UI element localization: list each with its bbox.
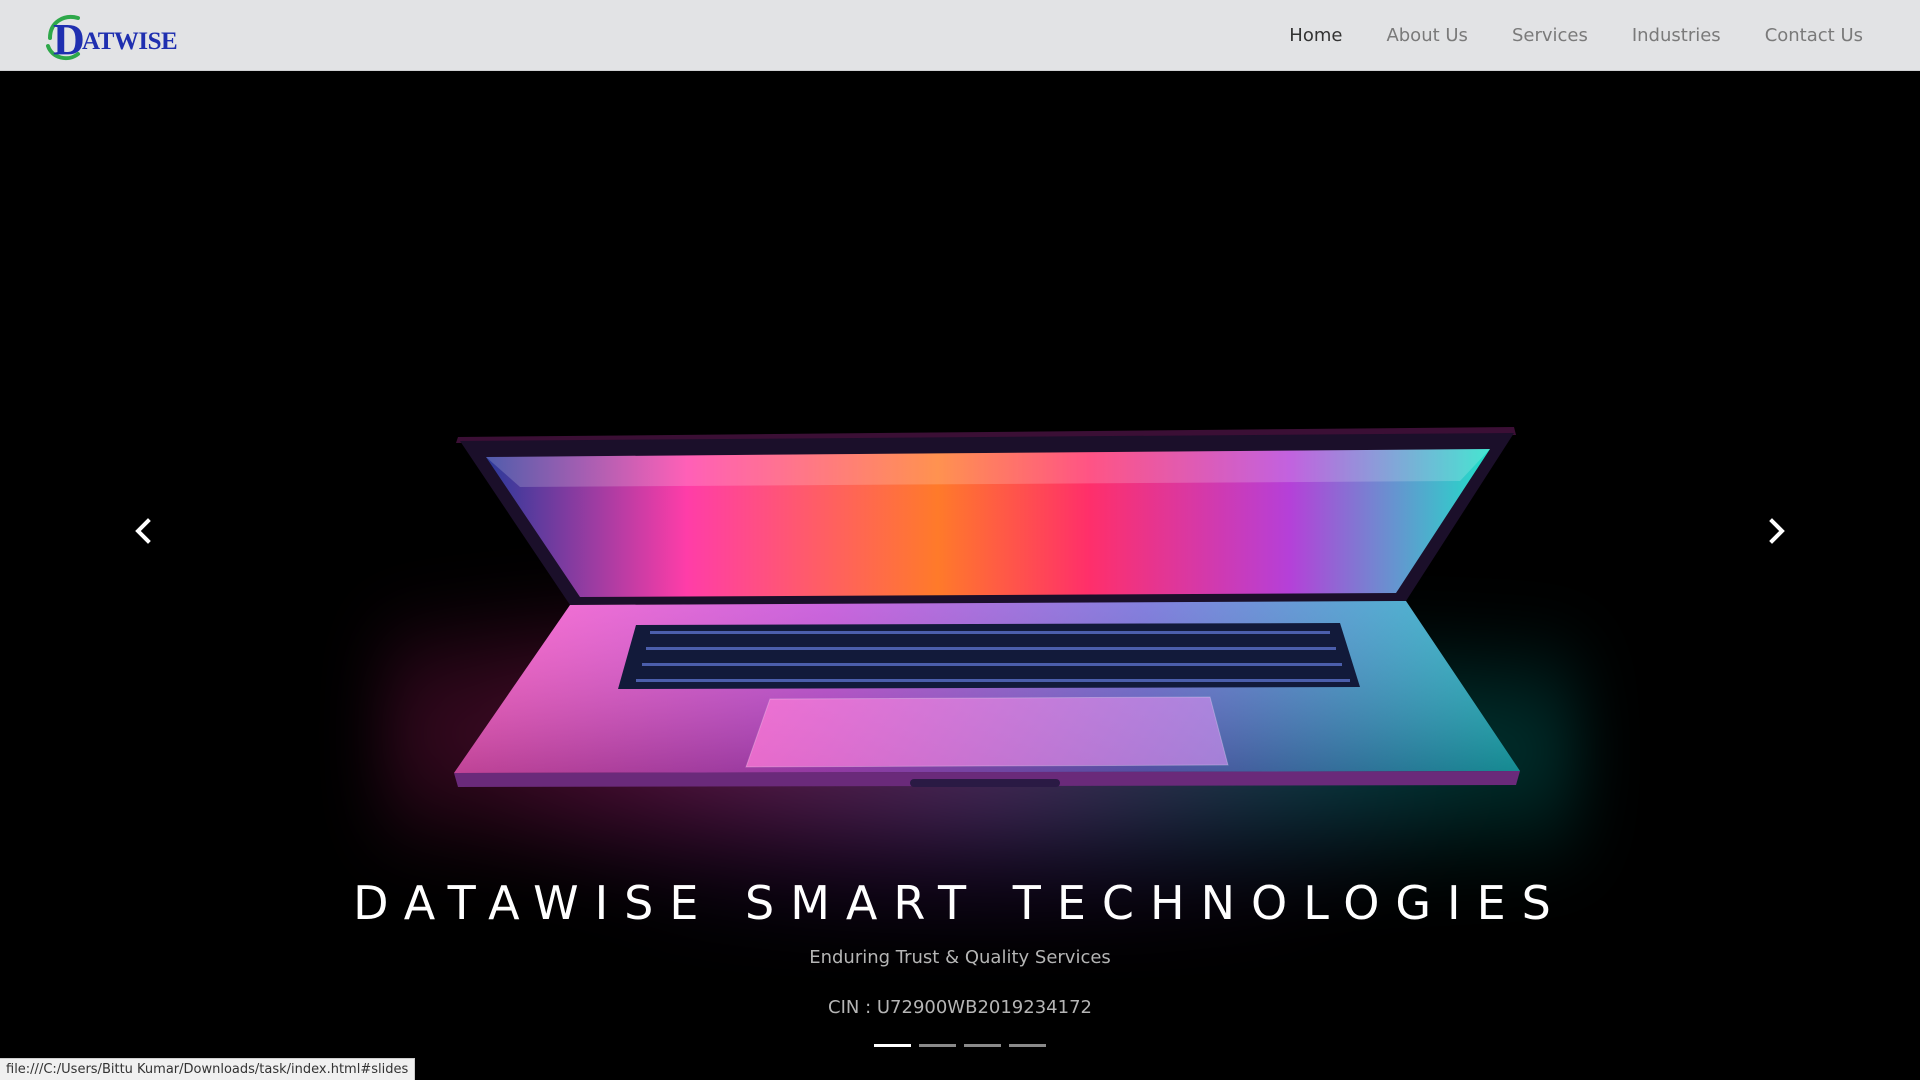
nav-industries[interactable]: Industries	[1632, 25, 1721, 46]
nav-about-us[interactable]: About Us	[1386, 25, 1468, 46]
carousel-indicator-3[interactable]	[964, 1044, 1001, 1047]
hero-cin: CIN : U72900WB2019234172	[828, 997, 1092, 1018]
logo-letter: D	[53, 15, 85, 64]
laptop-neon-image	[454, 427, 1520, 787]
navbar: D ATWISE Home About Us Services Industri…	[0, 0, 1920, 71]
nav-services[interactable]: Services	[1512, 25, 1588, 46]
carousel-indicators	[874, 1044, 1054, 1047]
carousel-indicator-2[interactable]	[919, 1044, 956, 1047]
status-bar-url: file:///C:/Users/Bittu Kumar/Downloads/t…	[0, 1058, 416, 1080]
hero-title: DATAWISE SMART TECHNOLOGIES	[353, 876, 1567, 930]
nav-home[interactable]: Home	[1289, 25, 1342, 46]
hero-carousel: DATAWISE SMART TECHNOLOGIES Enduring Tru…	[0, 71, 1920, 1080]
nav-contact-us[interactable]: Contact Us	[1765, 25, 1863, 46]
brand-logo[interactable]: D ATWISE	[42, 8, 182, 64]
carousel-prev-button[interactable]	[124, 511, 164, 551]
nav-menu: Home About Us Services Industries Contac…	[1245, 0, 1920, 71]
carousel-indicator-4[interactable]	[1009, 1044, 1046, 1047]
carousel-indicator-1[interactable]	[874, 1044, 911, 1047]
logo-text: ATWISE	[82, 28, 178, 55]
hero-subtitle: Enduring Trust & Quality Services	[809, 947, 1111, 968]
carousel-next-button[interactable]	[1756, 511, 1796, 551]
chevron-left-icon	[135, 518, 151, 544]
chevron-right-icon	[1769, 518, 1785, 544]
